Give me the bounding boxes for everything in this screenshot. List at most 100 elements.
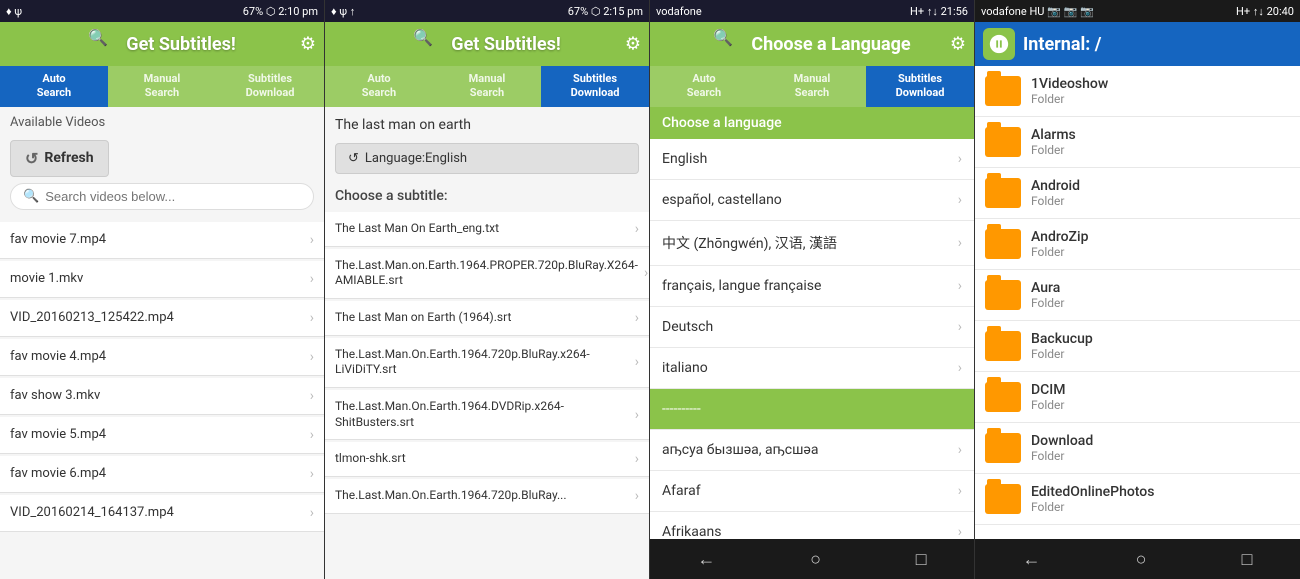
list-item[interactable]: VID_20160213_125422.mp4 › <box>0 300 324 337</box>
folder-item-aura[interactable]: Aura Folder <box>975 270 1300 321</box>
folder-icon <box>985 433 1021 463</box>
tab-subtitles-download-1[interactable]: SubtitlesDownload <box>216 66 324 107</box>
refresh-button[interactable]: ↺ Refresh <box>10 140 109 177</box>
folder-icon <box>985 331 1021 361</box>
tab-auto-search-3[interactable]: AutoSearch <box>650 66 758 107</box>
list-item[interactable]: fav movie 7.mp4 › <box>0 222 324 259</box>
chevron-right-icon: › <box>958 319 962 335</box>
language-item-english[interactable]: English › <box>650 139 974 180</box>
app-title-1: Get Subtitles! <box>126 34 235 55</box>
tab-subtitles-download-2[interactable]: SubtitlesDownload <box>541 66 649 107</box>
app-logo-2: 🔍 <box>413 28 445 60</box>
app-logo-3: 🔍 <box>713 28 745 60</box>
tab-auto-search-1[interactable]: AutoSearch <box>0 66 108 107</box>
back-button-4[interactable]: ← <box>1023 549 1041 570</box>
folder-item-backucup[interactable]: Backucup Folder <box>975 321 1300 372</box>
tabs-1: AutoSearch ManualSearch SubtitlesDownloa… <box>0 66 324 107</box>
language-item-spanish[interactable]: español, castellano › <box>650 180 974 221</box>
subtitle-section-label: Choose a subtitle: <box>325 182 649 210</box>
language-item-french[interactable]: français, langue française › <box>650 266 974 307</box>
language-item-german[interactable]: Deutsch › <box>650 307 974 348</box>
language-item-afar[interactable]: Afaraf › <box>650 471 974 512</box>
folder-icon <box>985 178 1021 208</box>
folder-item-1videoshow[interactable]: 1Videoshow Folder <box>975 66 1300 117</box>
folder-icon <box>985 127 1021 157</box>
folder-item-dcim[interactable]: DCIM Folder <box>975 372 1300 423</box>
chevron-right-icon: › <box>958 524 962 539</box>
recent-button-3[interactable]: □ <box>916 549 927 570</box>
app-icon-4 <box>983 28 1015 60</box>
chevron-right-icon: › <box>635 407 639 423</box>
language-icon: ↺ <box>348 151 359 166</box>
language-item-chinese[interactable]: 中文 (Zhōngwén), 汉语, 漢語 › <box>650 221 974 266</box>
chevron-right-icon: › <box>635 488 639 504</box>
home-button-4[interactable]: ○ <box>1136 549 1147 570</box>
list-item[interactable]: fav movie 5.mp4 › <box>0 417 324 454</box>
gear-icon-3[interactable]: ⚙ <box>950 34 966 55</box>
list-item[interactable]: fav movie 6.mp4 › <box>0 456 324 493</box>
gear-icon-2[interactable]: ⚙ <box>625 34 641 55</box>
tab-manual-search-3[interactable]: ManualSearch <box>758 66 866 107</box>
app-header-4: Internal: / <box>975 22 1300 66</box>
app-logo-1: 🔍 <box>88 28 120 60</box>
folder-icon <box>985 382 1021 412</box>
app-title-2: Get Subtitles! <box>451 34 560 55</box>
back-button-3[interactable]: ← <box>697 549 715 570</box>
content-3: Choose a language English › español, cas… <box>650 107 974 539</box>
list-item[interactable]: The Last Man on Earth (1964).srt › <box>325 301 649 336</box>
tab-subtitles-download-3[interactable]: SubtitlesDownload <box>866 66 974 107</box>
folder-icon <box>985 229 1021 259</box>
folder-item-editedonlinephotos[interactable]: EditedOnlinePhotos Folder <box>975 474 1300 525</box>
panel-subtitles-download: ♦ ψ ↑ 67% ⬡ 2:15 pm 🔍 Get Subtitles! ⚙ A… <box>325 0 650 579</box>
chevron-right-icon: › <box>635 310 639 326</box>
panel-file-browser: vodafone HU 📷 📷 📷 H+ ↑↓ 20:40 Internal: … <box>975 0 1300 579</box>
recent-button-4[interactable]: □ <box>1242 549 1253 570</box>
tab-auto-search-2[interactable]: AutoSearch <box>325 66 433 107</box>
folder-item-alarms[interactable]: Alarms Folder <box>975 117 1300 168</box>
chevron-right-icon: › <box>310 310 314 326</box>
section-label-1: Available Videos <box>0 107 324 134</box>
chevron-right-icon: › <box>310 466 314 482</box>
list-item[interactable]: fav show 3.mkv › <box>0 378 324 415</box>
chevron-right-icon: › <box>958 278 962 294</box>
content-2: The last man on earth ↺ Language:English… <box>325 107 649 579</box>
chevron-right-icon: › <box>958 151 962 167</box>
list-item[interactable]: The.Last.Man.On.Earth.1964.720p.BluRay..… <box>325 479 649 514</box>
tab-manual-search-1[interactable]: ManualSearch <box>108 66 216 107</box>
folder-icon <box>985 280 1021 310</box>
language-separator: ---------- <box>650 389 974 430</box>
app-header-3: 🔍 Choose a Language ⚙ <box>650 22 974 66</box>
home-button-3[interactable]: ○ <box>810 549 821 570</box>
status-bar-2: ♦ ψ ↑ 67% ⬡ 2:15 pm <box>325 0 649 22</box>
list-item[interactable]: The Last Man On Earth_eng.txt › <box>325 212 649 247</box>
language-item-italian[interactable]: italiano › <box>650 348 974 389</box>
folder-icon <box>985 76 1021 106</box>
list-item[interactable]: The.Last.Man.On.Earth.1964.DVDRip.x264-S… <box>325 390 649 440</box>
refresh-label: Refresh <box>44 150 93 166</box>
tab-manual-search-2[interactable]: ManualSearch <box>433 66 541 107</box>
chevron-right-icon: › <box>635 221 639 237</box>
status-bar-3: vodafone H+ ↑↓ 21:56 <box>650 0 974 22</box>
app-header-2: 🔍 Get Subtitles! ⚙ <box>325 22 649 66</box>
language-item-abkhazian[interactable]: аҧсуа бызшәа, аҧсшәа › <box>650 430 974 471</box>
search-input[interactable] <box>45 189 301 204</box>
list-item[interactable]: The.Last.Man.On.Earth.1964.720p.BluRay.x… <box>325 338 649 388</box>
language-item-afrikaans[interactable]: Afrikaans › <box>650 512 974 539</box>
chevron-right-icon: › <box>310 388 314 404</box>
gear-icon-1[interactable]: ⚙ <box>300 34 316 55</box>
list-item[interactable]: VID_20160214_164137.mp4 › <box>0 495 324 532</box>
list-item[interactable]: fav movie 4.mp4 › <box>0 339 324 376</box>
status-left-1: ♦ ψ <box>6 5 22 18</box>
chevron-right-icon: › <box>310 505 314 521</box>
list-item[interactable]: The.Last.Man.on.Earth.1964.PROPER.720p.B… <box>325 249 649 299</box>
folder-item-android[interactable]: Android Folder <box>975 168 1300 219</box>
status-bar-4: vodafone HU 📷 📷 📷 H+ ↑↓ 20:40 <box>975 0 1300 22</box>
language-button[interactable]: ↺ Language:English <box>335 143 639 174</box>
list-item[interactable]: movie 1.mkv › <box>0 261 324 298</box>
language-label: Language:English <box>365 151 467 166</box>
video-list: fav movie 7.mp4 › movie 1.mkv › VID_2016… <box>0 216 324 538</box>
folder-item-download[interactable]: Download Folder <box>975 423 1300 474</box>
nav-bar-3: ← ○ □ <box>650 539 974 579</box>
list-item[interactable]: tlmon-shk.srt › <box>325 442 649 477</box>
folder-item-androzip[interactable]: AndroZip Folder <box>975 219 1300 270</box>
